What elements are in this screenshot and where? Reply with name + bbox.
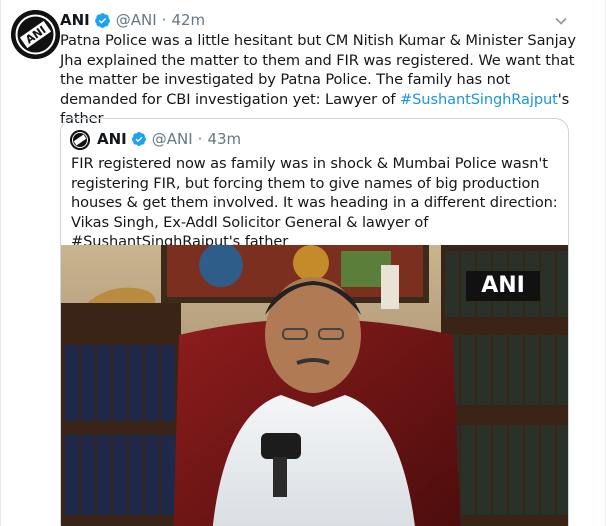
author-handle[interactable]: @ANI	[116, 11, 157, 29]
watermark-text: ANI	[481, 273, 525, 298]
quoted-video-thumbnail[interactable]: ANI	[61, 245, 568, 526]
ani-watermark: ANI	[466, 271, 540, 301]
quoted-author-name: ANI	[97, 130, 127, 148]
separator-dot: ·	[161, 11, 167, 29]
quoted-author-handle: @ANI	[151, 130, 193, 148]
verified-badge-icon	[94, 12, 111, 29]
separator-dot: ·	[197, 130, 203, 148]
quoted-tweet-header: ANI @ANI · 43m	[97, 129, 241, 149]
chevron-down-icon[interactable]	[554, 13, 568, 27]
verified-badge-icon	[131, 131, 147, 147]
tweet-header: ANI @ANI · 42m	[60, 10, 205, 30]
quoted-tweet-text: FIR registered now as family was in shoc…	[71, 155, 558, 251]
tweet-text: Patna Police was a little hesitant but C…	[60, 31, 580, 129]
quoted-ani-avatar	[70, 130, 90, 150]
hashtag-link[interactable]: #SushantSinghRajput	[400, 91, 558, 108]
ani-avatar[interactable]: ANI	[11, 10, 60, 59]
timestamp[interactable]: 42m	[171, 11, 205, 29]
tweet[interactable]: ANI ANI @ANI · 42m Patna Police was a li…	[0, 0, 606, 526]
quoted-tweet[interactable]: ANI @ANI · 43m FIR registered now as fam…	[60, 118, 569, 526]
quoted-timestamp: 43m	[207, 130, 242, 148]
author-name[interactable]: ANI	[60, 11, 90, 29]
